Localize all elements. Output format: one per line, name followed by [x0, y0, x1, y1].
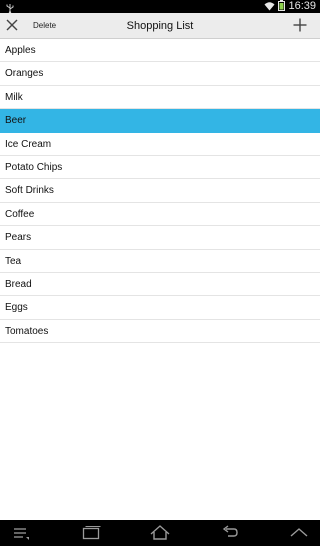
up-icon[interactable]	[282, 520, 316, 546]
list-item[interactable]: Potato Chips	[0, 156, 320, 180]
action-bar: Delete Shopping List	[0, 13, 320, 39]
list-item[interactable]: Bread	[0, 273, 320, 297]
close-icon[interactable]	[4, 17, 20, 33]
list-item[interactable]: Tomatoes	[0, 320, 320, 344]
list-item[interactable]: Milk	[0, 86, 320, 110]
list-item[interactable]: Oranges	[0, 62, 320, 86]
list-item[interactable]: Apples	[0, 39, 320, 63]
recent-apps-icon[interactable]	[74, 520, 108, 546]
list-item[interactable]: Ice Cream	[0, 133, 320, 156]
usb-icon	[5, 1, 15, 14]
list-item[interactable]: Coffee	[0, 203, 320, 227]
navigation-bar	[0, 520, 320, 546]
back-icon[interactable]	[213, 520, 247, 546]
status-bar: 16:39	[0, 0, 320, 14]
delete-button[interactable]: Delete	[33, 13, 56, 39]
list-item[interactable]: Soft Drinks	[0, 179, 320, 203]
list-item[interactable]: Pears	[0, 226, 320, 250]
list-item[interactable]: Tea	[0, 250, 320, 273]
list-item-selected[interactable]: Beer	[0, 109, 320, 133]
home-icon[interactable]	[143, 520, 177, 546]
list-item[interactable]: Eggs	[0, 296, 320, 320]
shopping-list: Apples Oranges Milk Beer Ice Cream Potat…	[0, 39, 320, 344]
status-time: 16:39	[288, 0, 316, 12]
menu-icon[interactable]	[4, 520, 38, 546]
plus-icon[interactable]	[292, 17, 308, 33]
